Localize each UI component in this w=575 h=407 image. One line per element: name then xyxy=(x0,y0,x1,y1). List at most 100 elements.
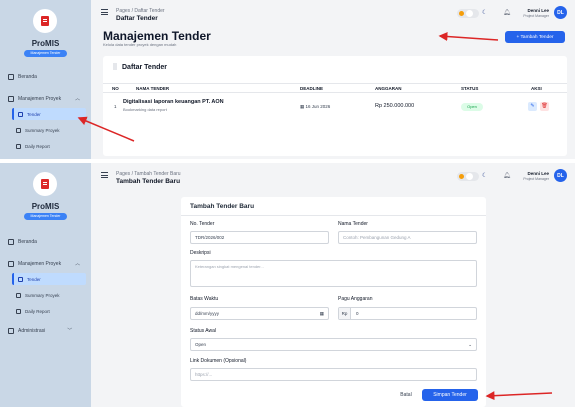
link-dokumen-field[interactable]: https://... xyxy=(190,368,477,381)
table-row[interactable]: 1 Digitalisasi laporan keuangan PT. AON … xyxy=(103,96,567,118)
add-tender-form: Tambah Tender Baru No. Tender TDR/2026/0… xyxy=(181,197,486,407)
breadcrumb-title: Tambah Tender Baru xyxy=(116,178,181,185)
toggle-knob xyxy=(466,10,473,17)
deskripsi-label: Deskripsi xyxy=(190,250,211,256)
sidebar-item-summary-proyek[interactable]: Summary Proyek xyxy=(12,289,86,301)
theme-toggle[interactable] xyxy=(457,172,479,181)
calendar-icon xyxy=(16,143,21,149)
calendar-icon[interactable]: ▦ xyxy=(320,308,324,319)
avatar[interactable]: DL xyxy=(554,6,567,19)
batas-waktu-field[interactable]: dd/mm/yyyy ▦ xyxy=(190,307,329,320)
column-header-deadline: DEADLINE xyxy=(300,86,324,91)
currency-prefix: Rp xyxy=(339,308,351,319)
column-header-name: NAMA TENDER xyxy=(136,86,170,91)
column-header-no: NO xyxy=(112,86,119,91)
user-role: Project Manager xyxy=(523,177,549,181)
card-title: Daftar Tender xyxy=(113,63,167,71)
user-name: Denni Lee xyxy=(527,8,549,13)
save-tender-button[interactable]: Simpan Tender xyxy=(422,389,478,401)
row-number: 1 xyxy=(114,104,117,109)
no-tender-label: No. Tender xyxy=(190,221,215,227)
sidebar-item-administrasi[interactable]: Administrasi ﹀ xyxy=(8,327,72,334)
tender-list-screen: ProMIS Manajemen Tender Beranda Manajeme… xyxy=(0,0,575,159)
document-logo-icon xyxy=(41,179,49,189)
add-tender-button[interactable]: + Tambah Tender xyxy=(505,31,565,43)
batas-waktu-label: Batas Waktu xyxy=(190,296,219,302)
moon-icon: ☾ xyxy=(482,173,488,179)
document-logo-icon xyxy=(41,16,49,26)
user-name: Denni Lee xyxy=(527,171,549,176)
sidebar: ProMIS Manajemen Tender Beranda Manajeme… xyxy=(0,0,91,159)
nama-tender-label: Nama Tender xyxy=(338,221,368,227)
menu-toggle-icon[interactable] xyxy=(101,172,108,178)
chevron-down-icon: ﹀ xyxy=(67,328,73,334)
briefcase-icon xyxy=(8,95,14,102)
tender-budget: Rp 250.000.000 xyxy=(375,103,415,109)
page-title: Manajemen Tender xyxy=(103,29,211,43)
add-tender-screen: ProMIS Manajemen Tender Beranda Manajeme… xyxy=(0,163,575,407)
avatar[interactable]: DL xyxy=(554,169,567,182)
table-header: NO NAMA TENDER DEADLINE ANGGARAN STATUS … xyxy=(103,83,567,93)
nama-tender-field[interactable]: Contoh: Pembangunan Gedung A xyxy=(338,231,477,244)
brand-subtitle-badge: Manajemen Tender xyxy=(24,50,67,57)
pagu-anggaran-field[interactable]: Rp 0 xyxy=(338,307,477,320)
document-icon xyxy=(18,111,23,117)
pagu-anggaran-label: Pagu Anggaran xyxy=(338,296,373,302)
home-icon xyxy=(8,239,14,245)
sidebar-item-tender[interactable]: Tender xyxy=(12,108,86,120)
sidebar-item-beranda[interactable]: Beranda xyxy=(8,74,37,80)
cancel-button[interactable]: Batal xyxy=(393,389,419,401)
tender-name: Digitalisasi laporan keuangan PT. AON xyxy=(123,99,224,105)
calendar-icon xyxy=(16,308,21,314)
sidebar-item-tender[interactable]: Tender xyxy=(12,273,86,285)
sidebar-item-manajemen-proyek[interactable]: Manajemen Proyek ︿ xyxy=(8,260,80,267)
tender-list-card: Daftar Tender NO NAMA TENDER DEADLINE AN… xyxy=(103,56,567,156)
app-logo xyxy=(33,9,57,33)
app-logo xyxy=(33,172,57,196)
moon-icon: ☾ xyxy=(482,10,488,16)
brand-subtitle-badge: Manajemen Tender xyxy=(24,213,67,220)
breadcrumb: Pages / Tambah Tender Baru xyxy=(116,171,181,177)
bell-icon[interactable]: 🔔︎ xyxy=(503,9,511,16)
tender-description: Bookmarking data report xyxy=(123,107,167,112)
no-tender-field[interactable]: TDR/2026/002 xyxy=(190,231,329,244)
chevron-up-icon: ︿ xyxy=(75,96,81,102)
topbar: Pages / Tambah Tender Baru Tambah Tender… xyxy=(91,163,575,191)
tender-deadline: ▦ 16 Jun 2026 xyxy=(300,104,331,109)
sidebar: ProMIS Manajemen Tender Beranda Manajeme… xyxy=(0,163,91,407)
card-title-marker xyxy=(113,63,117,70)
sidebar-item-daily-report[interactable]: Daily Report xyxy=(12,305,86,317)
folder-icon xyxy=(8,327,14,334)
edit-icon[interactable]: ✎ xyxy=(528,102,537,111)
menu-toggle-icon[interactable] xyxy=(101,9,108,15)
chevron-up-icon: ︿ xyxy=(75,261,81,267)
sun-icon xyxy=(459,11,464,16)
document-icon xyxy=(18,276,23,282)
column-header-budget: ANGGARAN xyxy=(375,86,402,91)
deskripsi-textarea[interactable]: Keterangan singkat mengenai tender... xyxy=(190,260,477,287)
sidebar-item-manajemen-proyek[interactable]: Manajemen Proyek ︿ xyxy=(8,95,80,102)
user-role: Project Manager xyxy=(523,14,549,18)
sidebar-item-beranda[interactable]: Beranda xyxy=(8,239,37,245)
delete-icon[interactable]: 🗑︎ xyxy=(540,102,549,111)
form-divider xyxy=(181,215,486,216)
sidebar-item-summary-proyek[interactable]: Summary Proyek xyxy=(12,124,86,136)
chevron-down-icon: ⌄ xyxy=(468,342,472,347)
sun-icon xyxy=(459,174,464,179)
status-awal-label: Status Awal xyxy=(190,328,217,334)
briefcase-icon xyxy=(8,260,14,267)
page-subtitle: Kelola data tender proyek dengan mudah xyxy=(103,42,177,47)
breadcrumb-title: Daftar Tender xyxy=(116,15,158,22)
brand-name: ProMIS xyxy=(31,202,60,211)
theme-toggle[interactable] xyxy=(457,9,479,18)
status-awal-select[interactable]: Open ⌄ xyxy=(190,338,477,351)
chart-icon xyxy=(16,127,21,133)
bell-icon[interactable]: 🔔︎ xyxy=(503,172,511,179)
toggle-knob xyxy=(466,173,473,180)
chart-icon xyxy=(16,292,21,298)
status-badge: Open xyxy=(461,103,483,111)
form-title: Tambah Tender Baru xyxy=(190,203,255,210)
sidebar-item-daily-report[interactable]: Daily Report xyxy=(12,140,86,152)
column-header-actions: AKSI xyxy=(531,86,542,91)
breadcrumb: Pages / Daftar Tender xyxy=(116,8,165,14)
